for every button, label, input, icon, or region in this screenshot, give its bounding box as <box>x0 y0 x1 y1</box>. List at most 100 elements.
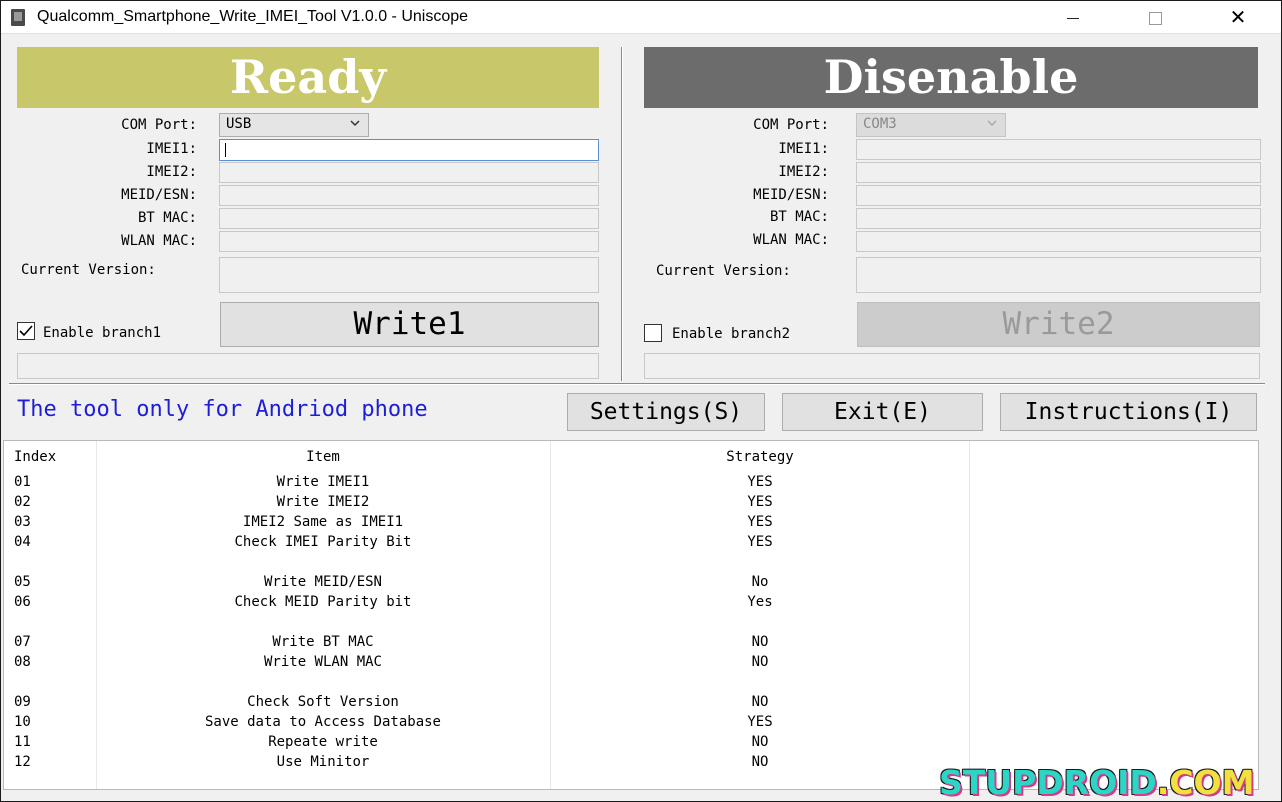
row-index: 11 <box>14 734 31 750</box>
meid-label-1: MEID/ESN: <box>121 187 197 203</box>
meid-input-1[interactable] <box>219 185 599 206</box>
table-row[interactable] <box>4 553 1258 573</box>
row-strategy: Yes <box>747 594 773 610</box>
row-strategy: YES <box>747 494 773 510</box>
column-header-item[interactable]: Item <box>96 449 550 465</box>
title-bar: Qualcomm_Smartphone_Write_IMEI_Tool V1.0… <box>1 1 1281 34</box>
row-index: 03 <box>14 514 31 530</box>
client-area: Ready COM Port: USB IMEI1: IMEI2: MEID/E… <box>1 35 1281 802</box>
com-port-label-2: COM Port: <box>753 117 829 133</box>
settings-button[interactable]: Settings(S) <box>567 393 765 431</box>
text-caret <box>225 143 226 157</box>
imei2-input-2[interactable] <box>856 162 1261 183</box>
panel-divider <box>621 47 623 381</box>
row-item: Write IMEI1 <box>276 474 370 490</box>
row-item: Repeate write <box>268 734 378 750</box>
table-row[interactable]: 04 Check IMEI Parity Bit YES <box>4 533 1258 553</box>
row-item: Save data to Access Database <box>204 714 441 730</box>
com-port-value-2: COM3 <box>863 116 897 132</box>
imei1-input-1[interactable] <box>219 139 599 161</box>
version-field-1 <box>219 257 599 293</box>
exit-button[interactable]: Exit(E) <box>782 393 983 431</box>
row-strategy: YES <box>747 474 773 490</box>
row-index: 04 <box>14 534 31 550</box>
bt-mac-input-1[interactable] <box>219 208 599 229</box>
row-item: Check Soft Version <box>247 694 399 710</box>
table-row[interactable] <box>4 613 1258 633</box>
row-item: Check IMEI Parity Bit <box>234 534 412 550</box>
app-window: Qualcomm_Smartphone_Write_IMEI_Tool V1.0… <box>0 0 1282 802</box>
status-banner-1: Ready <box>17 47 599 108</box>
row-item: Use Minitor <box>276 754 370 770</box>
row-item: Write MEID/ESN <box>263 574 382 590</box>
com-port-label-1: COM Port: <box>121 117 197 133</box>
section-divider <box>9 383 1265 385</box>
branch-checkbox-2[interactable] <box>644 324 662 342</box>
branch-label-1: Enable branch1 <box>43 325 162 341</box>
watermark-logo: STUPDROID.COM <box>939 763 1254 802</box>
row-index: 06 <box>14 594 31 610</box>
table-row[interactable]: 10 Save data to Access Database YES <box>4 713 1258 733</box>
wlan-mac-input-2[interactable] <box>856 231 1261 252</box>
branch-label-2: Enable branch2 <box>672 326 791 342</box>
row-index: 09 <box>14 694 31 710</box>
table-row[interactable]: 08 Write WLAN MAC NO <box>4 653 1258 673</box>
row-strategy: YES <box>747 534 773 550</box>
table-row[interactable]: 11 Repeate write NO <box>4 733 1258 753</box>
imei1-input-2[interactable] <box>856 139 1261 160</box>
imei2-label-2: IMEI2: <box>778 164 829 180</box>
table-row[interactable]: 02 Write IMEI2 YES <box>4 493 1258 513</box>
wlan-mac-input-1[interactable] <box>219 231 599 252</box>
instructions-button[interactable]: Instructions(I) <box>1000 393 1257 431</box>
status-field-1 <box>17 353 599 379</box>
imei2-label-1: IMEI2: <box>146 164 197 180</box>
row-index: 02 <box>14 494 31 510</box>
column-header-index[interactable]: Index <box>14 449 56 465</box>
check-mark-icon <box>19 325 33 337</box>
column-header-strategy[interactable]: Strategy <box>551 449 969 465</box>
table-row[interactable]: 09 Check Soft Version NO <box>4 693 1258 713</box>
row-item: Write BT MAC <box>272 634 374 650</box>
bt-mac-input-2[interactable] <box>856 208 1261 229</box>
table-row[interactable]: 07 Write BT MAC NO <box>4 633 1258 653</box>
row-index: 07 <box>14 634 31 650</box>
write1-button[interactable]: Write1 <box>220 302 599 347</box>
imei1-label-2: IMEI1: <box>778 141 829 157</box>
write2-button[interactable]: Write2 <box>857 302 1260 347</box>
row-item: Check MEID Parity bit <box>234 594 412 610</box>
wlan-mac-label-1: WLAN MAC: <box>121 233 197 249</box>
row-index: 08 <box>14 654 31 670</box>
maximize-button[interactable] <box>1133 1 1179 34</box>
row-strategy: NO <box>751 654 769 670</box>
row-index: 10 <box>14 714 31 730</box>
table-row[interactable] <box>4 673 1258 693</box>
row-index: 12 <box>14 754 31 770</box>
row-strategy: NO <box>751 694 769 710</box>
status-field-2 <box>644 353 1260 379</box>
close-button[interactable]: ✕ <box>1215 1 1261 34</box>
table-row[interactable]: 05 Write MEID/ESN No <box>4 573 1258 593</box>
version-label-1: Current Version: <box>21 262 156 278</box>
status-banner-2: Disenable <box>644 47 1258 108</box>
com-port-value-1: USB <box>226 116 252 132</box>
row-strategy: YES <box>747 714 773 730</box>
row-index: 05 <box>14 574 31 590</box>
table-row[interactable]: 01 Write IMEI1 YES <box>4 473 1258 493</box>
com-port-select-1[interactable]: USB <box>219 113 369 137</box>
branch-checkbox-1[interactable] <box>17 322 35 340</box>
meid-label-2: MEID/ESN: <box>753 187 829 203</box>
meid-input-2[interactable] <box>856 185 1261 206</box>
table-row[interactable]: 06 Check MEID Parity bit Yes <box>4 593 1258 613</box>
chevron-down-icon <box>350 120 360 127</box>
row-strategy: NO <box>751 754 769 770</box>
row-item: Write IMEI2 <box>276 494 370 510</box>
watermark-text-b: .COM <box>1156 763 1255 802</box>
imei2-input-1[interactable] <box>219 162 599 183</box>
row-strategy: NO <box>751 634 769 650</box>
table-row[interactable]: 03 IMEI2 Same as IMEI1 YES <box>4 513 1258 533</box>
minimize-button[interactable] <box>1051 1 1097 34</box>
row-strategy: No <box>751 574 769 590</box>
version-field-2 <box>856 257 1261 293</box>
com-port-select-2[interactable]: COM3 <box>856 113 1006 137</box>
strategy-table[interactable]: Index Item Strategy 01 Write IMEI1 YES 02 Wr… <box>3 440 1259 790</box>
